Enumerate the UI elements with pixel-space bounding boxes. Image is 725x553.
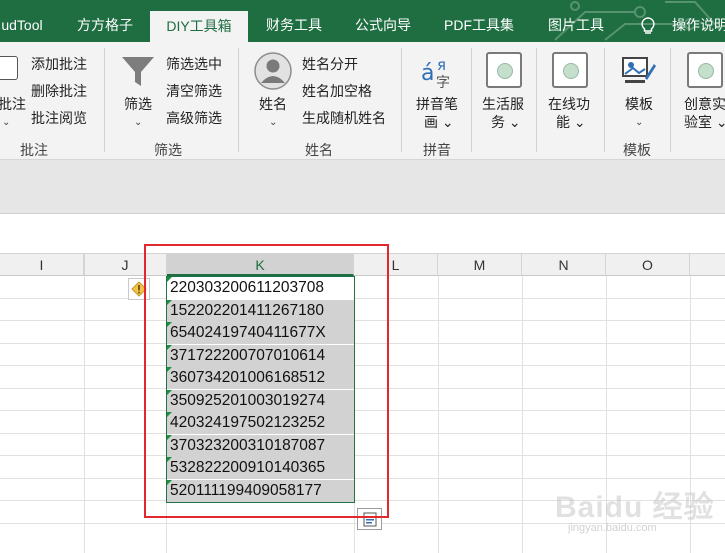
- creative-lab-icon: [687, 52, 723, 88]
- template-icon: [622, 57, 656, 83]
- filter-selected-button[interactable]: 筛选选中: [166, 56, 222, 73]
- clear-filter-button[interactable]: 清空筛选: [166, 83, 222, 100]
- online-function-label-2: 能 ⌄: [556, 114, 586, 130]
- tab-formula-wizard[interactable]: 公式向导: [346, 9, 420, 42]
- column-header-i[interactable]: I: [0, 254, 84, 276]
- group-separator: [670, 48, 671, 152]
- baidu-watermark-url: jingyan.baidu.com: [568, 522, 657, 534]
- grid-line: [438, 276, 439, 553]
- column-header-n[interactable]: N: [522, 254, 606, 276]
- ribbon-tab-bar: udTool 方方格子 DIY工具箱 财务工具 公式向导 PDF工具集 图片工具…: [0, 0, 725, 42]
- ribbon-panel: 批注 ⌄ 添加批注 删除批注 批注阅览 批注 筛选 ⌄ 筛选选中 清空筛选 高级…: [0, 42, 725, 160]
- comment-big-label: 批注: [0, 96, 26, 112]
- grid-line: [84, 276, 85, 553]
- creative-lab-label: 创意实: [684, 96, 725, 112]
- tell-me-label: 操作说明: [672, 17, 725, 33]
- chevron-down-icon: ⌄: [134, 117, 143, 128]
- tab-fangfang-gezi[interactable]: 方方格子: [70, 9, 140, 42]
- group-separator: [536, 48, 537, 152]
- baidu-watermark: Baidu 经验: [555, 491, 715, 524]
- add-comment-button[interactable]: 添加批注: [31, 56, 87, 73]
- group-separator: [238, 48, 239, 152]
- split-name-button[interactable]: 姓名分开: [302, 56, 358, 73]
- tab-picture-tools[interactable]: 图片工具: [538, 9, 614, 42]
- svg-text:á: á: [421, 61, 434, 86]
- pinyin-label-2: 画 ⌄: [424, 114, 454, 130]
- tab-pdf-tools[interactable]: PDF工具集: [436, 9, 522, 42]
- svg-text:я: я: [437, 56, 446, 74]
- chevron-down-icon: ⌄: [635, 117, 644, 128]
- column-header-o[interactable]: O: [606, 254, 690, 276]
- template-group-label: 模板: [623, 142, 651, 158]
- advanced-filter-button[interactable]: 高级筛选: [166, 110, 222, 127]
- life-service-label: 生活服: [482, 96, 524, 112]
- pinyin-label: 拼音笔: [416, 96, 458, 112]
- chevron-down-icon: ⌄: [2, 117, 11, 128]
- pinyin-group-label: 拼音: [423, 142, 451, 158]
- life-service-icon: [486, 52, 522, 88]
- column-header-m[interactable]: M: [438, 254, 522, 276]
- lightbulb-icon: [641, 17, 655, 34]
- tab-finance-tools[interactable]: 财务工具: [258, 9, 330, 42]
- funnel-icon: [122, 57, 154, 86]
- review-comment-button[interactable]: 批注阅览: [31, 110, 87, 127]
- column-header-p[interactable]: [690, 254, 725, 276]
- pinyin-icon: á я 字: [421, 56, 450, 90]
- name-group-label: 姓名: [305, 142, 333, 158]
- tab-cloudtool[interactable]: udTool: [0, 9, 46, 42]
- comment-icon: [0, 56, 18, 80]
- group-separator: [471, 48, 472, 152]
- name-add-space-button[interactable]: 姓名加空格: [302, 83, 372, 100]
- formula-bar-area: [0, 160, 725, 214]
- online-function-label: 在线功: [548, 96, 590, 112]
- creative-lab-label-2: 验室 ⌄: [684, 114, 725, 130]
- excel-window: { "tabs": ["udTool", "方方格子", "DIY工具箱", "…: [0, 0, 725, 553]
- grid-line: [522, 276, 523, 553]
- filter-group-label: 筛选: [154, 142, 182, 158]
- life-service-label-2: 务 ⌄: [491, 114, 521, 130]
- group-separator: [104, 48, 105, 152]
- tab-diy-toolbox[interactable]: DIY工具箱: [150, 11, 248, 42]
- highlight-annotation-box: [144, 244, 389, 518]
- filter-big-label: 筛选: [124, 96, 152, 112]
- person-avatar-icon: [254, 52, 292, 90]
- delete-comment-button[interactable]: 删除批注: [31, 83, 87, 100]
- online-function-icon: [552, 52, 588, 88]
- name-big-label: 姓名: [259, 96, 287, 112]
- random-name-button[interactable]: 生成随机姓名: [302, 110, 386, 127]
- chevron-down-icon: ⌄: [269, 117, 278, 128]
- group-separator: [604, 48, 605, 152]
- template-label: 模板: [625, 96, 653, 112]
- group-separator: [401, 48, 402, 152]
- comment-group-label: 批注: [20, 142, 48, 158]
- svg-text:字: 字: [436, 75, 450, 90]
